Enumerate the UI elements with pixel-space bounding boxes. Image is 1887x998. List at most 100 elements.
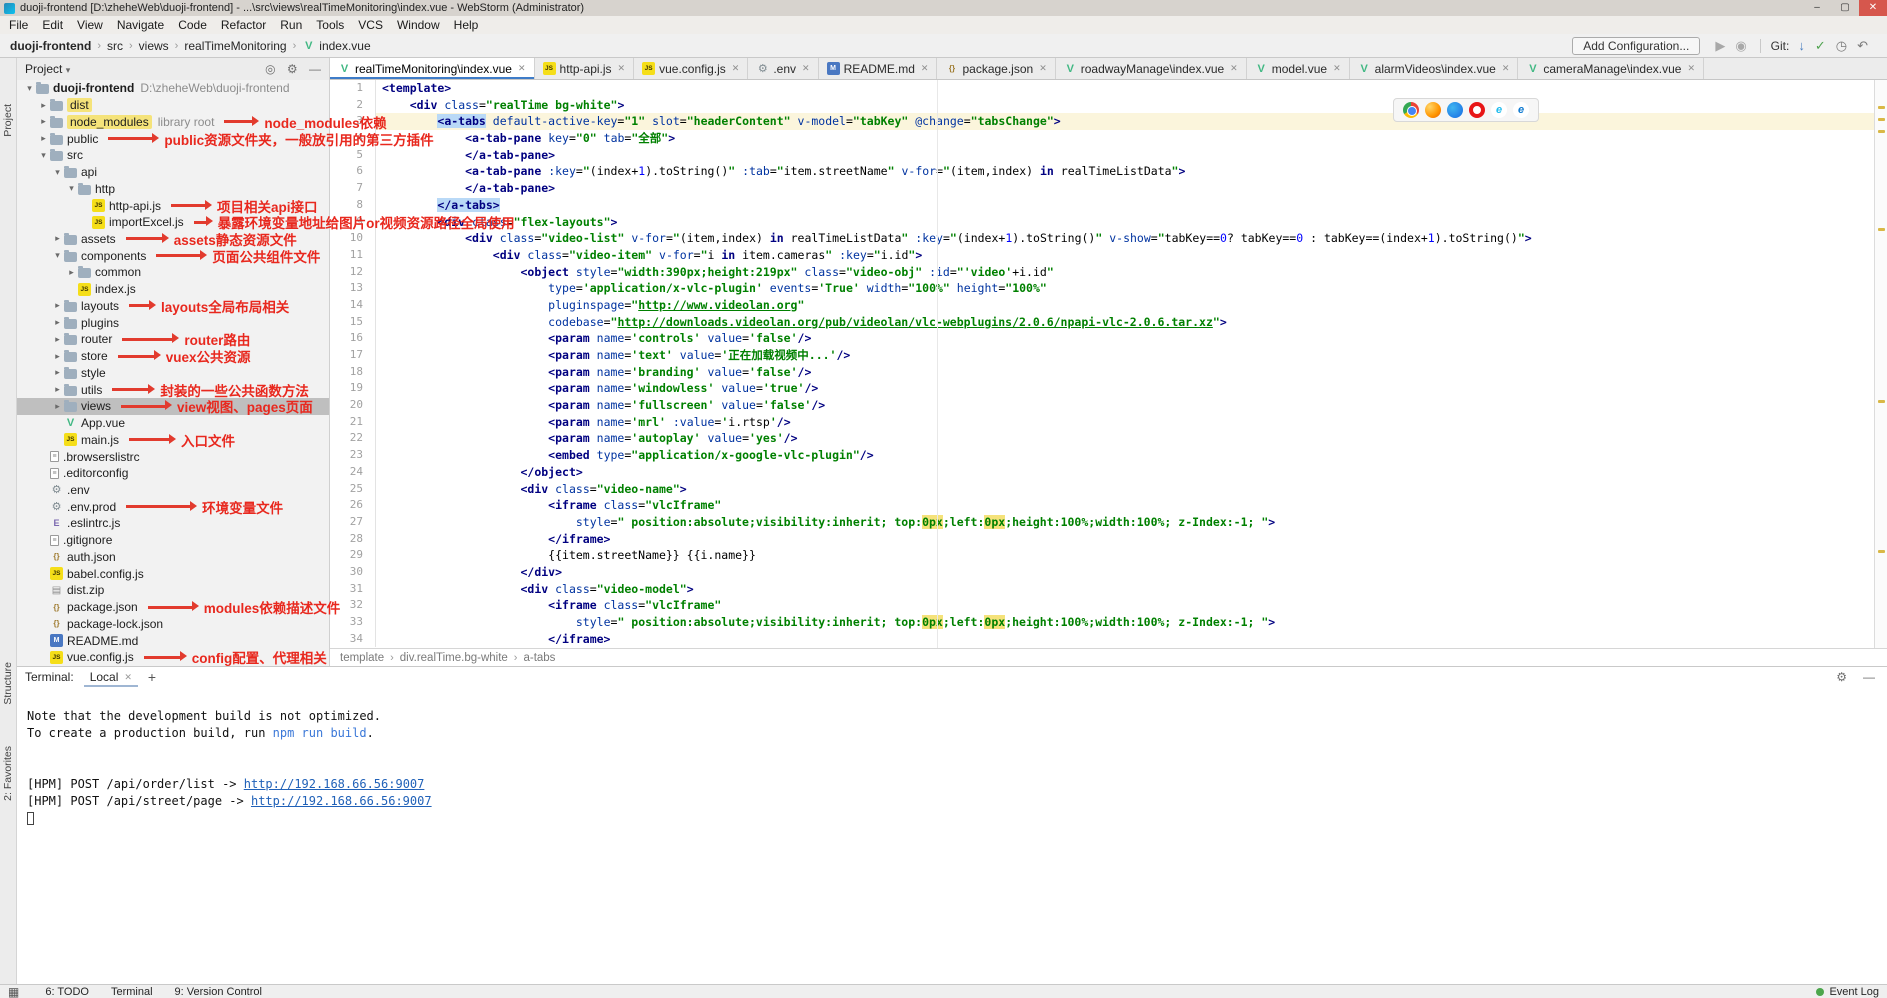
chevron-down-icon[interactable]: ▾ — [23, 83, 36, 94]
menu-edit[interactable]: Edit — [35, 16, 70, 34]
tab-env[interactable]: ⚙.env✕ — [748, 58, 818, 79]
menu-tools[interactable]: Tools — [309, 16, 351, 34]
breadcrumb-item-realtimemonitoring[interactable]: realTimeMonitoring — [184, 39, 286, 53]
tab-close-icon[interactable]: ✕ — [732, 63, 740, 74]
menu-view[interactable]: View — [70, 16, 110, 34]
tree-item-store[interactable]: ▸storevuex公共资源 — [17, 348, 329, 365]
tree-item-api[interactable]: ▾api — [17, 164, 329, 181]
tab-close-icon[interactable]: ✕ — [921, 63, 929, 74]
tab-readme-md[interactable]: MREADME.md✕ — [819, 58, 938, 79]
tab-close-icon[interactable]: ✕ — [1502, 63, 1510, 74]
tab-close-icon[interactable]: ✕ — [1230, 63, 1238, 74]
status-item-6-todo[interactable]: 6: TODO — [45, 986, 89, 998]
hide-panel-icon[interactable]: — — [309, 62, 321, 76]
debug-icon[interactable]: ◉ — [1735, 38, 1746, 54]
chevron-right-icon[interactable]: ▸ — [37, 100, 50, 111]
tree-item-eslintrc-js[interactable]: E.eslintrc.js — [17, 515, 329, 532]
menu-file[interactable]: File — [2, 16, 35, 34]
tree-item-public[interactable]: ▸publicpublic资源文件夹，一般放引用的第三方插件 — [17, 130, 329, 147]
git-update-icon[interactable]: ↓ — [1798, 38, 1805, 53]
tree-item-package-lock-json[interactable]: {}package-lock.json — [17, 616, 329, 633]
chevron-right-icon[interactable]: ▸ — [51, 384, 64, 395]
tree-item-duoji-frontend[interactable]: ▾duoji-frontendD:\zheheWeb\duoji-fronten… — [17, 80, 329, 97]
menu-help[interactable]: Help — [447, 16, 486, 34]
tree-item-plugins[interactable]: ▸plugins — [17, 314, 329, 331]
chevron-down-icon[interactable]: ▾ — [51, 167, 64, 178]
tree-item-editorconfig[interactable]: ≡.editorconfig — [17, 465, 329, 482]
editor-breadcrumb-item-div-realtime-bg-white[interactable]: div.realTime.bg-white — [400, 652, 508, 664]
chrome-icon[interactable] — [1403, 102, 1419, 118]
chevron-right-icon[interactable]: ▸ — [51, 300, 64, 311]
tree-item-auth-json[interactable]: {}auth.json — [17, 549, 329, 566]
project-panel-title[interactable]: Project ▾ — [25, 62, 70, 76]
menu-refactor[interactable]: Refactor — [214, 16, 273, 34]
tree-item-views[interactable]: ▸viewsview视图、pages页面 — [17, 398, 329, 415]
terminal-settings-icon[interactable]: ⚙ — [1836, 670, 1847, 684]
status-item-9-version-control[interactable]: 9: Version Control — [175, 986, 262, 998]
locate-file-icon[interactable]: ◎ — [265, 62, 275, 76]
tab-alarmvideos-index-vue[interactable]: ValarmVideos\index.vue✕ — [1350, 58, 1519, 79]
tree-item-env-prod[interactable]: ⚙.env.prod环境变量文件 — [17, 498, 329, 515]
add-configuration-button[interactable]: Add Configuration... — [1572, 37, 1700, 55]
structure-tool-button[interactable]: Structure — [2, 662, 14, 705]
tab-roadwaymanage-index-vue[interactable]: VroadwayManage\index.vue✕ — [1056, 58, 1247, 79]
chevron-right-icon[interactable]: ▸ — [65, 267, 78, 278]
menu-run[interactable]: Run — [273, 16, 309, 34]
terminal-tab-local[interactable]: Local ✕ — [84, 667, 138, 687]
tab-cameramanage-index-vue[interactable]: VcameraManage\index.vue✕ — [1518, 58, 1704, 79]
menu-vcs[interactable]: VCS — [351, 16, 390, 34]
tree-item-common[interactable]: ▸common — [17, 264, 329, 281]
chevron-right-icon[interactable]: ▸ — [51, 233, 64, 244]
run-icon[interactable]: ▶ — [1715, 38, 1725, 54]
terminal-link[interactable]: http://192.168.66.56:9007 — [251, 794, 432, 808]
chevron-down-icon[interactable]: ▾ — [65, 183, 78, 194]
menu-navigate[interactable]: Navigate — [110, 16, 171, 34]
tab-close-icon[interactable]: ✕ — [1039, 63, 1047, 74]
chevron-right-icon[interactable]: ▸ — [51, 317, 64, 328]
event-log-button[interactable]: Event Log — [1816, 986, 1879, 998]
git-commit-icon[interactable]: ✓ — [1815, 38, 1826, 54]
tab-vue-config-js[interactable]: JSvue.config.js✕ — [634, 58, 748, 79]
tab-close-icon[interactable]: ✕ — [802, 63, 810, 74]
status-item-terminal[interactable]: Terminal — [111, 986, 153, 998]
tab-close-icon[interactable]: ✕ — [518, 63, 526, 74]
tab-model-vue[interactable]: Vmodel.vue✕ — [1247, 58, 1350, 79]
tab-http-api-js[interactable]: JShttp-api.js✕ — [535, 58, 635, 79]
breadcrumb-item-src[interactable]: src — [107, 39, 123, 53]
tree-item-components[interactable]: ▾components页面公共组件文件 — [17, 247, 329, 264]
chevron-right-icon[interactable]: ▸ — [37, 133, 50, 144]
minimize-button[interactable]: – — [1803, 0, 1831, 16]
chevron-right-icon[interactable]: ▸ — [51, 401, 64, 412]
favorites-tool-button[interactable]: 2: Favorites — [2, 746, 14, 801]
editor-breadcrumb-item-template[interactable]: template — [340, 652, 384, 664]
new-terminal-button[interactable]: + — [148, 669, 156, 685]
tree-item-gitignore[interactable]: ≡.gitignore — [17, 532, 329, 549]
terminal-minimize-icon[interactable]: — — [1863, 670, 1875, 684]
terminal-tab-close-icon[interactable]: ✕ — [124, 672, 132, 683]
editor-breadcrumb-item-a-tabs[interactable]: a-tabs — [523, 652, 555, 664]
code-area[interactable]: 1<template>2 <div class="realTime bg-whi… — [330, 80, 1874, 648]
chevron-right-icon[interactable]: ▸ — [51, 334, 64, 345]
tree-item-browserslistrc[interactable]: ≡.browserslistrc — [17, 448, 329, 465]
project-tool-button[interactable]: Project — [2, 104, 14, 137]
maximize-button[interactable]: ▢ — [1831, 0, 1859, 16]
close-button[interactable]: ✕ — [1859, 0, 1887, 16]
chevron-down-icon[interactable]: ▾ — [51, 250, 64, 261]
ie-icon[interactable]: e — [1491, 102, 1507, 118]
status-item-grid[interactable]: ▦ — [8, 985, 23, 998]
firefox-icon[interactable] — [1425, 102, 1441, 118]
edge-icon[interactable]: e — [1513, 102, 1529, 118]
terminal-output[interactable]: Note that the development build is not o… — [17, 687, 1887, 984]
breadcrumb-item-index-vue[interactable]: Vindex.vue — [302, 39, 370, 53]
gear-icon[interactable]: ⚙ — [287, 62, 298, 76]
tree-item-babel-config-js[interactable]: JSbabel.config.js — [17, 565, 329, 582]
tree-item-main-js[interactable]: JSmain.js入口文件 — [17, 431, 329, 448]
tab-close-icon[interactable]: ✕ — [1687, 63, 1695, 74]
tree-item-src[interactable]: ▾src — [17, 147, 329, 164]
chevron-down-icon[interactable]: ▾ — [37, 150, 50, 161]
tab-close-icon[interactable]: ✕ — [1333, 63, 1341, 74]
rollback-icon[interactable]: ↶ — [1857, 38, 1868, 54]
tree-item-vue-config-js[interactable]: JSvue.config.jsconfig配置、代理相关 — [17, 649, 329, 666]
tab-package-json[interactable]: {}package.json✕ — [937, 58, 1055, 79]
tree-item-app-vue[interactable]: VApp.vue — [17, 415, 329, 432]
